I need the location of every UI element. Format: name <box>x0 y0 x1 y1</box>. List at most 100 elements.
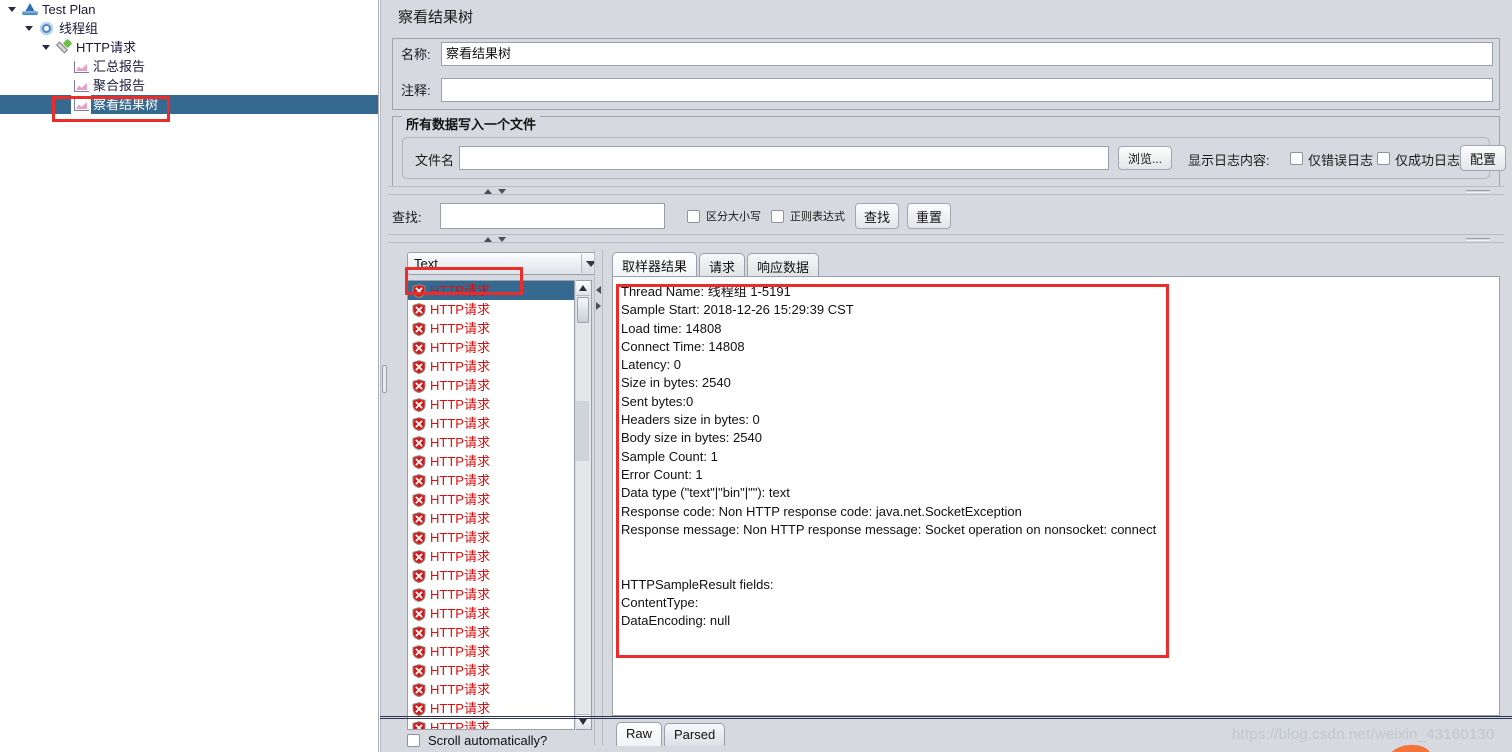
tree-item-2[interactable]: HTTP请求 <box>0 38 378 57</box>
regex-checkbox[interactable] <box>771 209 784 223</box>
list-item[interactable]: HTTP请求 <box>408 300 574 319</box>
tree-toggle-spacer <box>55 57 71 76</box>
success-only-checkbox[interactable] <box>1377 152 1390 165</box>
error-shield-icon <box>412 683 426 697</box>
configure-button[interactable]: 配置 <box>1460 145 1506 171</box>
scrollbar-thumb[interactable] <box>577 297 589 323</box>
list-item-label: HTTP请求 <box>430 435 490 450</box>
list-item-label: HTTP请求 <box>430 511 490 526</box>
list-item[interactable]: HTTP请求 <box>408 680 574 699</box>
sampler-result-panel: Thread Name: 线程组 1-5191 Sample Start: 20… <box>612 276 1500 716</box>
search-label: 查找: <box>392 209 422 225</box>
filename-input[interactable] <box>459 146 1109 170</box>
tree-toggle-spacer <box>55 76 71 95</box>
errors-only-checkbox[interactable] <box>1290 152 1303 165</box>
test-plan-tree[interactable]: Test Plan 线程组 HTTP请求 汇总报告 聚合报告察看结果树 <box>0 0 379 752</box>
splitter2-up-arrow-icon <box>484 237 492 242</box>
panel-divider <box>380 0 381 752</box>
list-item[interactable]: HTTP请求 <box>408 433 574 452</box>
list-item[interactable]: HTTP请求 <box>408 661 574 680</box>
bottom-tab-1[interactable]: Parsed <box>664 723 726 746</box>
list-item[interactable]: HTTP请求 <box>408 281 574 300</box>
dropper-icon <box>54 38 74 57</box>
tree-toggle-icon[interactable] <box>21 19 37 38</box>
list-item[interactable]: HTTP请求 <box>408 376 574 395</box>
comment-input[interactable] <box>441 78 1493 102</box>
errors-only-label: 仅错误日志 <box>1308 153 1374 168</box>
tree-item-label: 察看结果树 <box>93 97 159 112</box>
list-item[interactable]: HTTP请求 <box>408 547 574 566</box>
splitter-left-arrow-icon <box>596 286 601 294</box>
list-item[interactable]: HTTP请求 <box>408 490 574 509</box>
tree-item-4[interactable]: 聚合报告 <box>0 76 378 95</box>
name-input[interactable]: 察看结果树 <box>441 42 1493 66</box>
scrollbar-track[interactable] <box>575 401 589 461</box>
bottom-tab-0[interactable]: Raw <box>616 722 663 746</box>
list-item-label: HTTP请求 <box>430 492 490 507</box>
case-sensitive-checkbox[interactable] <box>687 209 700 223</box>
tree-item-1[interactable]: 线程组 <box>0 19 378 38</box>
list-item[interactable]: HTTP请求 <box>408 414 574 433</box>
error-shield-icon <box>412 436 426 450</box>
find-button[interactable]: 查找 <box>855 203 899 229</box>
error-shield-icon <box>412 550 426 564</box>
view-results-tree-panel: 察看结果树 名称: 察看结果树 注释: 所有数据写入一个文件 文件名 浏览...… <box>380 0 1512 752</box>
error-shield-icon <box>412 322 426 336</box>
scroll-up-arrow-icon[interactable] <box>576 281 590 296</box>
results-list-scrollbar[interactable] <box>575 280 592 730</box>
list-item[interactable]: HTTP请求 <box>408 471 574 490</box>
list-item[interactable]: HTTP请求 <box>408 338 574 357</box>
list-tabs-splitter[interactable] <box>594 250 603 745</box>
vertical-split-grip[interactable] <box>382 365 387 393</box>
list-item[interactable]: HTTP请求 <box>408 395 574 414</box>
scroll-automatically-checkbox[interactable] <box>407 734 420 747</box>
list-item-label: HTTP请求 <box>430 663 490 678</box>
tree-toggle-icon[interactable] <box>4 0 20 19</box>
error-shield-icon <box>412 455 426 469</box>
splitter2-down-arrow-icon <box>498 237 506 242</box>
splitter-grip <box>1466 190 1490 193</box>
list-item[interactable]: HTTP请求 <box>408 509 574 528</box>
raw-parsed-tabs[interactable]: Raw Parsed <box>616 722 727 746</box>
list-item[interactable]: HTTP请求 <box>408 319 574 338</box>
list-item[interactable]: HTTP请求 <box>408 585 574 604</box>
list-item[interactable]: HTTP请求 <box>408 452 574 471</box>
list-item[interactable]: HTTP请求 <box>408 642 574 661</box>
page-title: 察看结果树 <box>398 9 474 26</box>
log-display-label: 显示日志内容: <box>1188 153 1270 168</box>
error-shield-icon <box>412 303 426 317</box>
renderer-combo[interactable]: Text <box>407 252 602 275</box>
name-label: 名称: <box>401 47 431 62</box>
tree-item-3[interactable]: 汇总报告 <box>0 57 378 76</box>
reset-button[interactable]: 重置 <box>907 203 951 229</box>
orange-decoration <box>1387 742 1431 752</box>
tree-toggle-icon[interactable] <box>38 38 54 57</box>
error-shield-icon <box>412 474 426 488</box>
list-item[interactable]: HTTP请求 <box>408 566 574 585</box>
list-item-label: HTTP请求 <box>430 549 490 564</box>
renderer-selected-value: Text <box>414 256 438 271</box>
list-item-label: HTTP请求 <box>430 416 490 431</box>
browse-button[interactable]: 浏览... <box>1118 146 1172 170</box>
tree-item-0[interactable]: Test Plan <box>0 0 378 19</box>
scroll-automatically-row: Scroll automatically? <box>407 733 547 748</box>
error-shield-icon <box>412 493 426 507</box>
list-item[interactable]: HTTP请求 <box>408 718 574 729</box>
list-item[interactable]: HTTP请求 <box>408 604 574 623</box>
success-only-label: 仅成功日志 <box>1395 153 1461 168</box>
list-item-label: HTTP请求 <box>430 568 490 583</box>
list-item[interactable]: HTTP请求 <box>408 528 574 547</box>
horizontal-splitter-bottom[interactable] <box>388 234 1504 243</box>
jmeter-window: Test Plan 线程组 HTTP请求 汇总报告 聚合报告 察看结果树 察看结果树 名称… <box>0 0 1512 752</box>
list-item[interactable]: HTTP请求 <box>408 357 574 376</box>
horizontal-splitter-top[interactable] <box>388 186 1504 195</box>
error-shield-icon <box>412 645 426 659</box>
list-item[interactable]: HTTP请求 <box>408 623 574 642</box>
error-shield-icon <box>412 341 426 355</box>
tree-item-5[interactable]: 察看结果树 <box>0 95 378 114</box>
list-item-label: HTTP请求 <box>430 340 490 355</box>
search-input[interactable] <box>440 203 665 229</box>
list-item-label: HTTP请求 <box>430 302 490 317</box>
list-item-label: HTTP请求 <box>430 378 490 393</box>
results-list[interactable]: HTTP请求 HTTP请求 HTTP请求 HTTP请求 HTTP请求 HTTP请求 HTTP… <box>407 280 575 730</box>
